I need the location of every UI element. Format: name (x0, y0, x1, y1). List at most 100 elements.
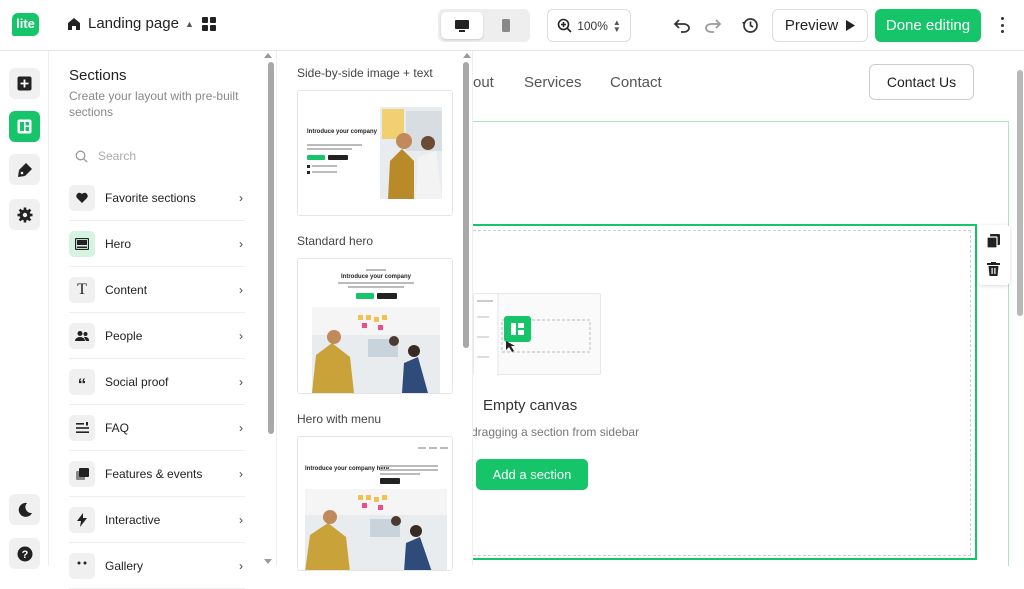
nav-link-contact[interactable]: Contact (610, 74, 662, 91)
chevron-right-icon: › (239, 466, 243, 481)
history-icon[interactable] (739, 14, 761, 36)
copy-icon[interactable] (986, 234, 1000, 253)
svg-text:?: ? (21, 549, 28, 561)
more-options-icon[interactable] (996, 15, 1008, 35)
template-thumbnail: Introduce your company (298, 259, 452, 393)
section-favorite[interactable]: Favorite sections › (69, 175, 245, 221)
template-hero-with-menu[interactable]: Introduce your company here (297, 436, 453, 571)
left-rail: ? (0, 51, 49, 569)
sections-title: Sections (69, 67, 127, 84)
empty-canvas-subtitle: dragging a section from sidebar (473, 425, 640, 439)
templates-panel: Side-by-side image + text Introduce your… (277, 51, 473, 571)
section-label: FAQ (105, 420, 130, 435)
sections-subtitle: Create your layout with pre-built sectio… (69, 89, 239, 119)
done-editing-button[interactable]: Done editing (875, 9, 981, 42)
empty-canvas-illustration (473, 293, 601, 376)
nav-link-about[interactable]: out (473, 74, 494, 91)
undo-icon[interactable] (671, 14, 693, 36)
section-label: Interactive (105, 512, 161, 527)
section-features-events[interactable]: Features & events › (69, 451, 245, 497)
app-logo[interactable]: lite (12, 13, 39, 36)
sections-panel: Sections Create your layout with pre-bui… (49, 51, 277, 589)
device-toggle (438, 9, 530, 42)
section-tools (978, 225, 1010, 285)
add-icon[interactable] (9, 68, 40, 99)
scroll-up-arrow[interactable] (264, 53, 272, 58)
scroll-down-arrow[interactable] (264, 559, 272, 564)
thumbnail-heading: Introduce your company (341, 274, 412, 280)
preview-button[interactable]: Preview (772, 9, 868, 42)
chevron-right-icon: › (239, 420, 243, 435)
chevron-right-icon: › (239, 512, 243, 527)
chevron-right-icon: › (239, 190, 243, 205)
mobile-icon (502, 19, 511, 32)
top-bar: lite Landing page ▲ 100% ▲ ▼ Preview Done… (0, 0, 1024, 51)
hero-icon (69, 230, 95, 257)
mobile-view-button[interactable] (486, 12, 528, 39)
layout-icon[interactable] (9, 111, 40, 142)
zoom-in-icon (557, 18, 572, 33)
section-faq[interactable]: FAQ › (69, 405, 245, 451)
sections-scrollbar[interactable] (268, 62, 274, 434)
zoom-control[interactable]: 100% ▲ ▼ (547, 9, 631, 42)
page-name: Landing page (88, 15, 179, 32)
template-thumbnail: Introduce your company here (298, 437, 452, 570)
template-title: Standard hero (297, 234, 374, 248)
section-label: Favorite sections (105, 190, 196, 205)
section-label: Social proof (105, 374, 169, 389)
zoom-level: 100% (577, 18, 608, 33)
section-label: People (105, 328, 143, 343)
home-icon (68, 17, 80, 30)
settings-icon[interactable] (9, 199, 40, 230)
features-icon (69, 460, 95, 487)
heart-icon (69, 184, 95, 211)
thumbnail-heading: Introduce your company (307, 129, 378, 135)
quote-icon: “ (69, 368, 95, 395)
scroll-up-arrow[interactable] (463, 53, 471, 58)
contact-us-button[interactable]: Contact Us (869, 64, 974, 100)
template-side-by-side[interactable]: Introduce your company (297, 90, 453, 216)
sections-search[interactable]: Search (69, 143, 245, 169)
chevron-right-icon: › (239, 328, 243, 343)
section-gallery[interactable]: Gallery › (69, 543, 245, 589)
section-content[interactable]: T Content › (69, 267, 245, 313)
empty-canvas-title: Empty canvas (483, 397, 578, 414)
selected-section[interactable] (473, 224, 977, 560)
search-input[interactable]: Search (98, 149, 136, 163)
preview-label: Preview (784, 17, 839, 34)
text-icon: T (69, 276, 95, 303)
drop-zone[interactable] (473, 230, 971, 556)
canvas-scrollbar[interactable] (1017, 70, 1023, 316)
section-label: Features & events (105, 466, 203, 481)
nav-link-services[interactable]: Services (524, 74, 582, 91)
people-icon (69, 322, 95, 349)
page-selector[interactable]: Landing page ▲ (66, 15, 194, 32)
play-icon (846, 20, 856, 31)
chevron-right-icon: › (239, 374, 243, 389)
section-hero[interactable]: Hero › (69, 221, 245, 267)
templates-scrollbar[interactable] (463, 62, 469, 348)
section-people[interactable]: People › (69, 313, 245, 359)
chevron-right-icon: › (239, 236, 243, 251)
add-section-button[interactable]: Add a section (476, 459, 588, 490)
brush-icon[interactable] (9, 154, 40, 185)
page-canvas: out Services Contact Contact Us Empty ca… (473, 51, 1024, 566)
section-social-proof[interactable]: “ Social proof › (69, 359, 245, 405)
section-category-list: Favorite sections › Hero › T Content › P… (69, 175, 245, 589)
section-interactive[interactable]: Interactive › (69, 497, 245, 543)
template-title: Hero with menu (297, 412, 382, 426)
bolt-icon (69, 506, 95, 533)
redo-icon[interactable] (702, 14, 724, 36)
template-standard-hero[interactable]: Introduce your company (297, 258, 453, 394)
desktop-view-button[interactable] (441, 12, 483, 39)
chevron-right-icon: › (239, 282, 243, 297)
template-thumbnail: Introduce your company (298, 91, 452, 215)
pages-grid-icon[interactable] (202, 17, 217, 32)
help-icon[interactable]: ? (9, 538, 40, 569)
thumbnail-heading: Introduce your company here (305, 466, 390, 472)
chevron-updown-icon: ▲ (184, 18, 194, 29)
trash-icon[interactable] (987, 262, 1000, 281)
desktop-icon (454, 19, 469, 32)
moon-icon[interactable] (9, 494, 40, 525)
template-title: Side-by-side image + text (297, 66, 433, 80)
